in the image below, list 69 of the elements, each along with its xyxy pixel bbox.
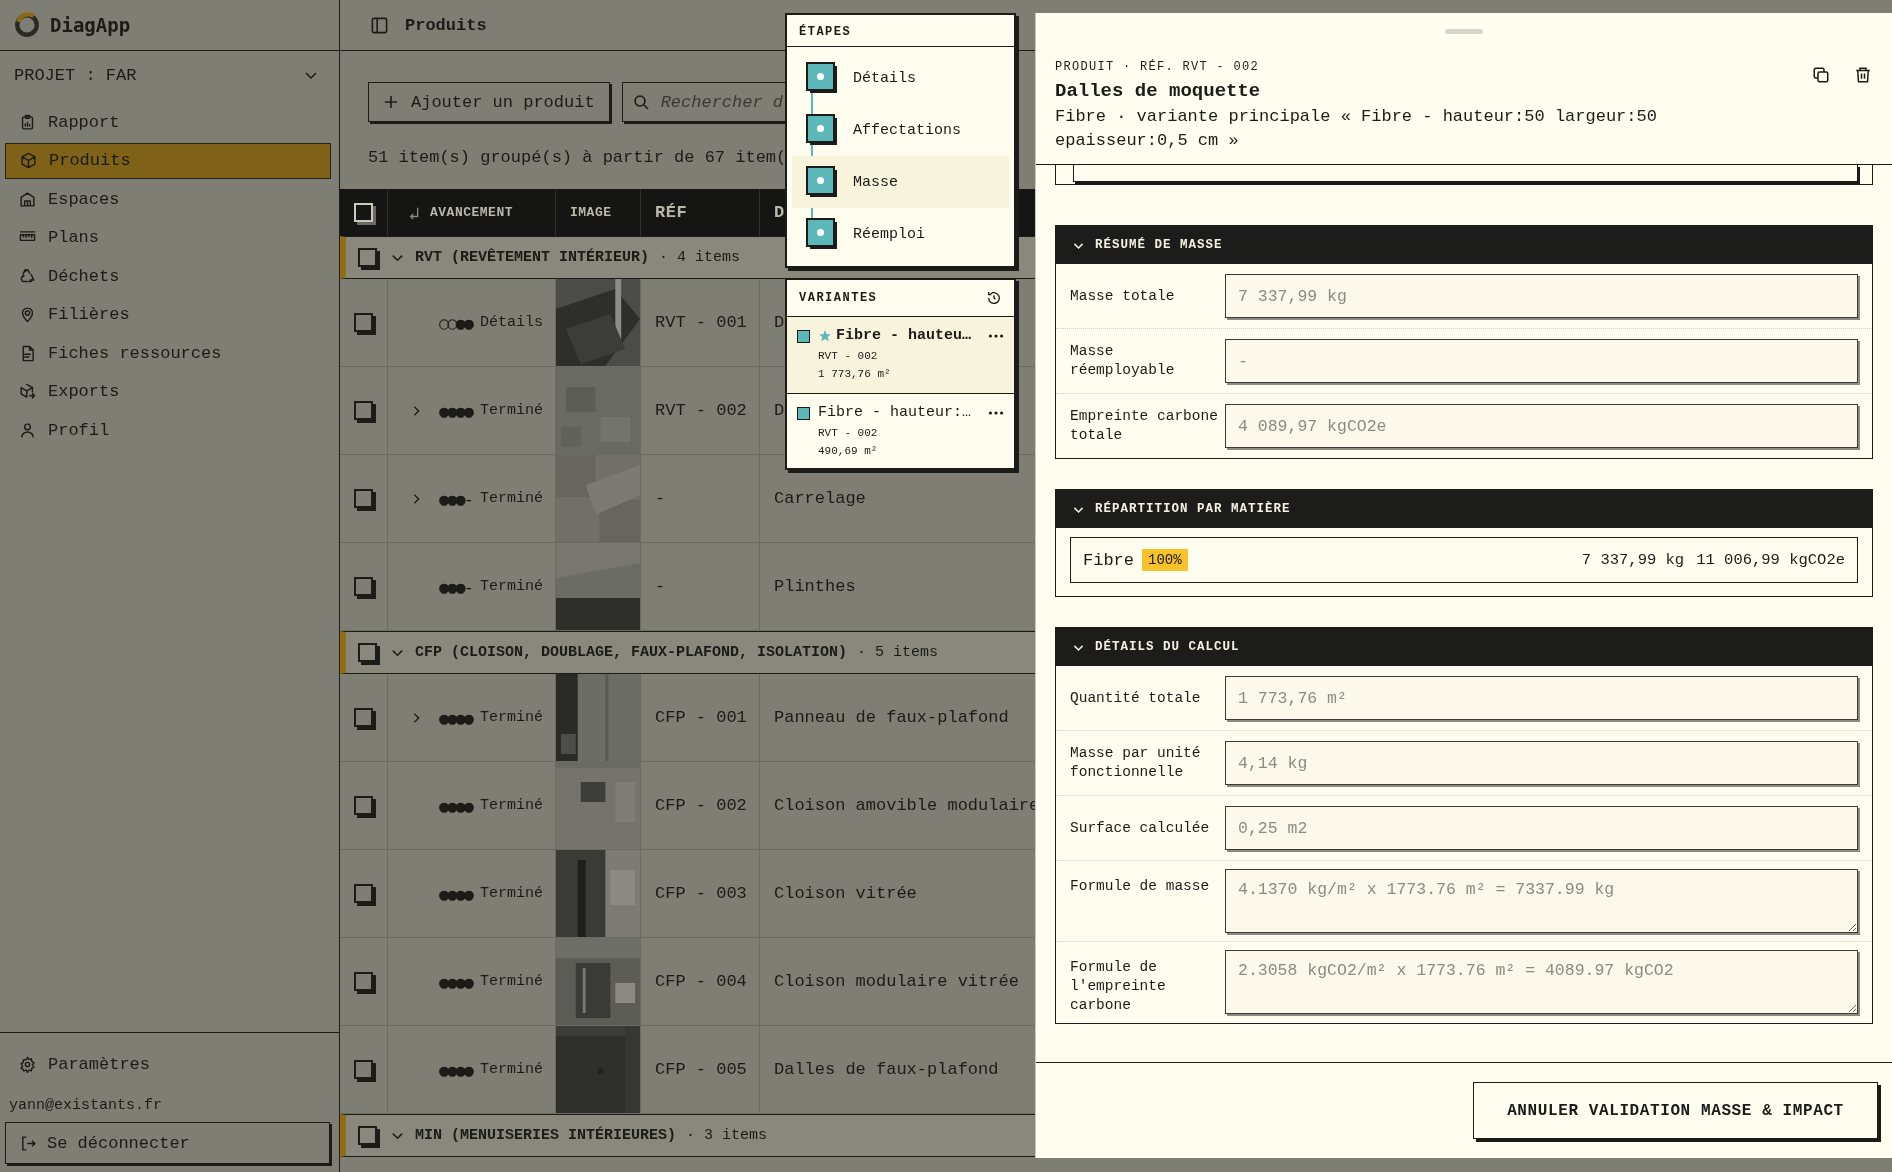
table-cell: CFP - 003 — [655, 884, 747, 903]
progress-dots: ●●●● — [439, 1059, 472, 1080]
table-cell: CFP - 004 — [655, 972, 747, 991]
material-mass: 7 337,99 kg — [1581, 551, 1685, 569]
table-cell: Cloison vitrée — [774, 884, 917, 903]
share-badge: 100% — [1142, 549, 1188, 571]
variant-name: Fibre - hauteur:… — [818, 404, 972, 421]
material-name: Fibre — [1083, 550, 1134, 570]
table-cell: D — [774, 401, 785, 420]
status-text: Terminé — [480, 402, 543, 419]
table-cell: Panneau de faux-plafond — [774, 708, 1009, 727]
table-cell: D — [774, 313, 785, 332]
status-text: Terminé — [480, 797, 543, 814]
status-text: Terminé — [480, 885, 543, 902]
page-title: Produits — [405, 15, 487, 35]
field-label: Surface calculée — [1070, 818, 1211, 838]
popup-title: VARIANTES — [799, 291, 878, 305]
table-cell: RVT - 002 — [655, 401, 747, 420]
popup-title: ÉTAPES — [787, 15, 1014, 47]
group-title: RVT (REVÊTEMENT INTÉRIEUR) — [415, 249, 650, 266]
field-label: Masse réemployable — [1070, 342, 1176, 380]
progress-dots: ●●●● — [439, 400, 472, 421]
field-label: Empreinte carbone totale — [1070, 407, 1219, 445]
field-label: Formule de masse — [1070, 877, 1211, 896]
field-label: Masse totale — [1070, 286, 1176, 306]
field-label: Formule de l'empreinte carbone — [1070, 958, 1167, 1015]
variant-quantity: 490,69 m² — [818, 445, 879, 457]
table-cell: Carrelage — [774, 489, 866, 508]
field-label: Quantité totale — [1070, 688, 1202, 708]
status-text: Terminé — [480, 709, 543, 726]
status-text: Terminé — [480, 578, 543, 595]
progress-dots: ●●●● — [439, 971, 472, 992]
progress-dots: ○○●● — [439, 312, 472, 333]
table-cell: CFP - 002 — [655, 796, 747, 815]
progress-dots: ●●●● — [439, 795, 472, 816]
table-cell: Dalles de faux-plafond — [774, 1060, 999, 1079]
material-carbon: 11 006,99 kgCO2e — [1696, 551, 1845, 569]
progress-dots: ●●●● — [439, 883, 472, 904]
item-count: 51 item(s) groupé(s) à partir de 67 item( — [368, 148, 787, 169]
group-count: · 3 items — [686, 1127, 768, 1144]
app-name: DiagApp — [50, 14, 131, 36]
status-text: Terminé — [480, 973, 543, 990]
table-cell: - — [655, 577, 666, 596]
product-title: Dalles de moquette — [1055, 80, 1262, 102]
field-label: Masse par unité fonctionnelle — [1070, 744, 1202, 782]
table-cell: Cloison amovible modulaire — [774, 796, 1040, 815]
variant-name: Fibre - hauteu… — [836, 327, 972, 344]
status-text: Terminé — [480, 490, 543, 507]
variant-ref: RVT - 002 — [818, 427, 879, 439]
product-ref: PRODUIT · RÉF. RVT - 002 — [1055, 60, 1261, 74]
progress-dots: ●●●● — [439, 707, 472, 728]
group-title: MIN (MENUISERIES INTÉRIEURES) — [415, 1127, 677, 1144]
group-count: · 4 items — [659, 249, 741, 266]
progress-dots: ●●●- — [439, 488, 472, 509]
table-cell: RVT - 001 — [655, 313, 747, 332]
group-title: CFP (CLOISON, DOUBLAGE, FAUX-PLAFOND, ISOLATION) — [415, 644, 848, 661]
progress-dots: ●●●- — [439, 576, 472, 597]
product-subtitle: Fibre · variante principale « Fibre - hauteur:50 largeur:50 epaisseur:0,5 cm » — [1055, 106, 1658, 152]
table-cell: CFP - 005 — [655, 1060, 747, 1079]
group-count: · 5 items — [857, 644, 939, 661]
table-cell: Plinthes — [774, 577, 856, 596]
table-cell: Cloison modulaire vitrée — [774, 972, 1019, 991]
variant-ref: RVT - 002 — [818, 350, 879, 362]
table-cell: CFP - 001 — [655, 708, 747, 727]
status-text: Détails — [480, 314, 543, 331]
variant-quantity: 1 773,76 m² — [818, 368, 892, 380]
user-email: yann@existants.fr — [8, 1096, 164, 1116]
table-cell: - — [655, 489, 666, 508]
status-text: Terminé — [480, 1061, 543, 1078]
